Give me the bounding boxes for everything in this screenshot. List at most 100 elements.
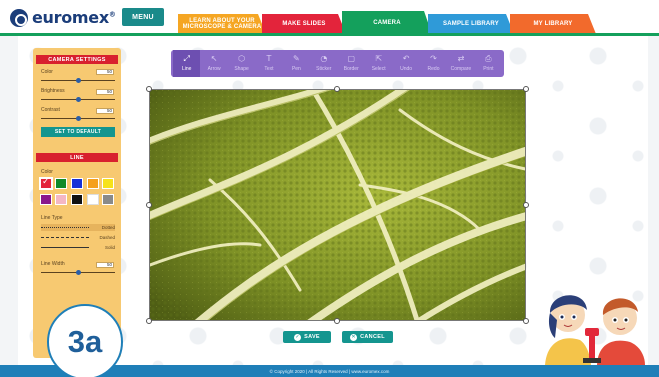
step-badge: 3a — [47, 304, 123, 377]
resize-handle-right[interactable] — [523, 202, 529, 208]
dotted-label: Dotted — [101, 225, 115, 230]
top-bar: euromex® MENU LEARN ABOUT YOUR MICROSCOPE… — [0, 0, 659, 34]
leaf-vein-image — [150, 90, 525, 320]
text-icon: T — [266, 54, 272, 63]
color-value-field[interactable]: 50 — [96, 69, 114, 75]
compare-icon: ⇄ — [457, 54, 465, 63]
resize-handle-top[interactable] — [334, 86, 340, 92]
solid-label: Solid — [104, 245, 115, 250]
line-width-slider[interactable] — [41, 270, 115, 275]
swatch-green[interactable] — [55, 178, 67, 189]
resize-handle-bottom-right[interactable] — [523, 318, 529, 324]
tab-make-slides[interactable]: MAKE SLIDES — [262, 14, 346, 34]
color-slider[interactable] — [41, 78, 115, 83]
tool-select[interactable]: ⇱ Select — [365, 50, 392, 77]
resize-handle-bottom-left[interactable] — [146, 318, 152, 324]
swatch-gray[interactable] — [102, 194, 114, 205]
dashed-label: Dashed — [99, 235, 115, 240]
tab-camera[interactable]: CAMERA — [342, 11, 432, 34]
resize-handle-top-right[interactable] — [523, 86, 529, 92]
tool-text[interactable]: T Text — [255, 50, 282, 77]
sticker-icon: ◔ — [320, 54, 328, 63]
tool-compare[interactable]: ⇄ Compare — [447, 50, 474, 77]
tool-arrow[interactable]: ↖ Arrow — [200, 50, 227, 77]
tool-label: Select — [371, 66, 386, 72]
dotted-line-sample — [41, 227, 89, 228]
print-icon: ⎙ — [485, 54, 492, 63]
euromex-logo[interactable]: euromex® — [10, 8, 116, 27]
contrast-slider-thumb[interactable] — [76, 116, 81, 121]
tool-label: Shape — [234, 66, 249, 72]
tab-sample-library[interactable]: SAMPLE LIBRARY — [428, 14, 514, 34]
tab-learn-about-microscope[interactable]: LEARN ABOUT YOUR MICROSCOPE & CAMERA — [178, 14, 266, 34]
swatch-yellow[interactable] — [102, 178, 114, 189]
brightness-slider[interactable] — [41, 97, 115, 102]
tab-my-library[interactable]: MY LIBRARY — [510, 14, 596, 34]
resize-handle-top-left[interactable] — [146, 86, 152, 92]
line-type-solid[interactable]: Solid — [41, 244, 115, 251]
logo-mark-icon — [10, 8, 28, 27]
tool-label: Undo — [400, 66, 413, 72]
line-type-dashed[interactable]: Dashed — [41, 234, 115, 241]
drawing-toolbar: ⤢ Line ↖ Arrow ⬡ Shape T Text ✎ Pen ◔ Sticker ▢ Borde… — [171, 50, 504, 77]
swatch-black[interactable] — [71, 194, 83, 205]
shape-icon: ⬡ — [238, 54, 246, 63]
tool-label: Compare — [450, 66, 472, 72]
line-type-label: Line Type — [41, 215, 63, 221]
tool-label: Sticker — [316, 66, 332, 72]
line-color-label: Color — [41, 169, 53, 175]
cancel-label: CANCEL — [360, 334, 385, 340]
swatch-red[interactable] — [39, 177, 53, 190]
tool-label: Pen — [291, 66, 301, 72]
contrast-value-field[interactable]: 50 — [96, 108, 114, 114]
tool-label: Border — [343, 66, 359, 72]
color-label: Color — [41, 69, 53, 75]
brightness-value-field[interactable]: 50 — [96, 89, 114, 95]
menu-button[interactable]: MENU — [122, 8, 164, 26]
resize-handle-bottom[interactable] — [334, 318, 340, 324]
swatch-purple[interactable] — [40, 194, 52, 205]
tool-sticker[interactable]: ◔ Sticker — [310, 50, 337, 77]
resize-handle-left[interactable] — [146, 202, 152, 208]
swatch-blue[interactable] — [71, 178, 83, 189]
swatch-white[interactable] — [87, 194, 99, 205]
swatch-pink[interactable] — [55, 194, 67, 205]
close-icon: ✕ — [350, 333, 358, 341]
arrow-icon: ↖ — [210, 54, 218, 63]
copyright-text: © Copyright 2020 | All Rights Reserved |… — [269, 368, 390, 374]
tool-print[interactable]: ⎙ Print — [475, 50, 502, 77]
tool-label: Arrow — [207, 66, 221, 72]
border-icon: ▢ — [347, 54, 356, 63]
dashed-line-sample — [41, 237, 89, 238]
pen-icon: ✎ — [293, 54, 300, 63]
line-type-dotted[interactable]: Dotted — [41, 224, 115, 231]
camera-settings-header: CAMERA SETTINGS — [36, 55, 118, 64]
check-icon: ✓ — [294, 333, 302, 341]
cancel-button[interactable]: ✕ CANCEL — [342, 331, 393, 343]
brightness-slider-thumb[interactable] — [76, 97, 81, 102]
set-to-default-button[interactable]: SET TO DEFAULT — [41, 127, 115, 137]
microscope-image[interactable] — [149, 89, 526, 321]
line-width-slider-thumb[interactable] — [76, 270, 81, 275]
undo-icon: ↶ — [402, 54, 410, 63]
line-width-value-field[interactable]: 50 — [96, 262, 114, 268]
tool-redo[interactable]: ↷ Redo — [420, 50, 447, 77]
tool-label: Redo — [427, 66, 440, 72]
tool-pen[interactable]: ✎ Pen — [283, 50, 310, 77]
tool-undo[interactable]: ↶ Undo — [392, 50, 419, 77]
contrast-slider[interactable] — [41, 116, 115, 121]
tool-label: Print — [483, 66, 494, 72]
save-label: SAVE — [304, 334, 320, 340]
tool-border[interactable]: ▢ Border — [338, 50, 365, 77]
redo-icon: ↷ — [430, 54, 437, 63]
line-panel-header: LINE — [36, 153, 118, 162]
logo-text: euromex® — [32, 8, 116, 27]
save-button[interactable]: ✓ SAVE — [283, 331, 331, 343]
tool-label: Text — [264, 66, 274, 72]
tool-line[interactable]: ⤢ Line — [173, 50, 201, 77]
color-slider-thumb[interactable] — [76, 78, 81, 83]
tool-shape[interactable]: ⬡ Shape — [228, 50, 255, 77]
line-icon: ⤢ — [183, 54, 190, 63]
tool-label: Line — [181, 66, 192, 72]
swatch-orange[interactable] — [87, 178, 99, 189]
